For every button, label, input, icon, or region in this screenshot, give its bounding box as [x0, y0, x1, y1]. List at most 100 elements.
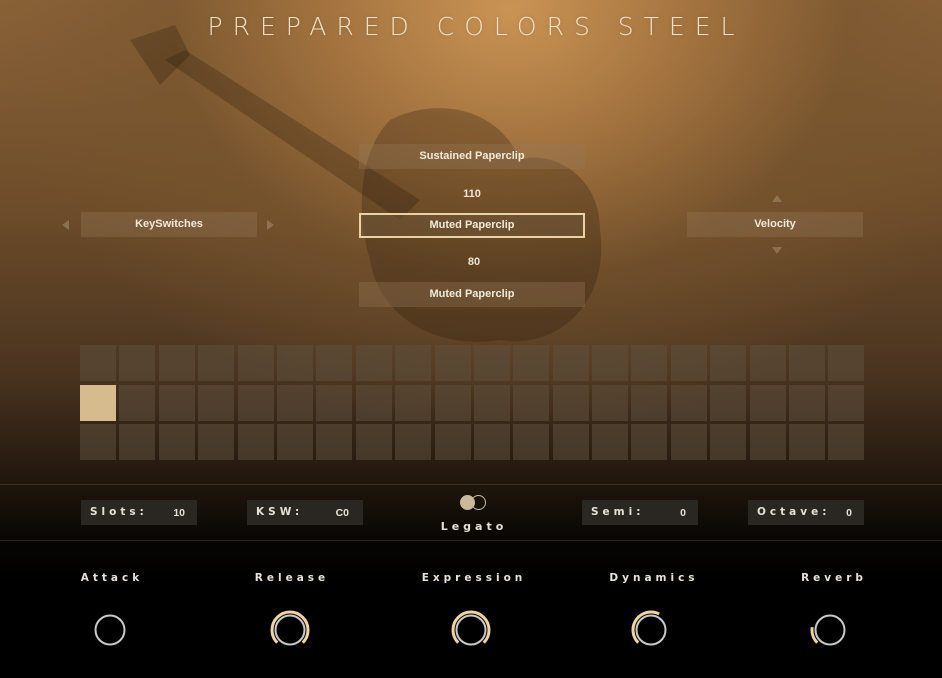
legato-toggle[interactable] — [460, 495, 486, 510]
slot-cell[interactable] — [158, 345, 195, 381]
semi-value: 0 — [680, 507, 686, 519]
slots-value: 10 — [173, 507, 185, 519]
slot-cell[interactable] — [237, 424, 274, 460]
slot-cell[interactable] — [592, 345, 629, 381]
slot-cell[interactable] — [513, 424, 550, 460]
knob-reverb[interactable] — [808, 608, 852, 652]
slot-cell[interactable] — [158, 384, 195, 421]
mode-prev-arrow-icon[interactable] — [62, 220, 69, 230]
slot-cell[interactable] — [670, 345, 707, 381]
slot-cell[interactable] — [473, 345, 510, 381]
octave-label: Octave: — [757, 506, 831, 518]
slot-cell[interactable] — [552, 424, 589, 460]
slot-cell[interactable] — [710, 384, 747, 421]
knob-ring-icon — [94, 614, 126, 646]
articulation-selected-button[interactable]: Muted Paperclip — [359, 213, 585, 238]
slot-cell[interactable] — [828, 424, 865, 460]
slot-cell[interactable] — [119, 345, 156, 381]
divider-top — [0, 484, 942, 485]
slot-cell[interactable] — [355, 345, 392, 381]
slot-cell[interactable] — [316, 384, 353, 421]
legato-label: Legato — [440, 520, 508, 533]
slot-cell[interactable] — [355, 424, 392, 460]
slot-cell[interactable] — [395, 384, 432, 421]
slot-cell[interactable] — [552, 345, 589, 381]
slot-cell[interactable] — [513, 345, 550, 381]
slot-cell[interactable] — [80, 424, 116, 460]
slots-field[interactable]: Slots: 10 — [81, 500, 197, 525]
ksw-value: C0 — [335, 507, 349, 519]
slot-cell[interactable] — [237, 384, 274, 421]
slot-cell[interactable] — [631, 424, 668, 460]
slot-cell-active[interactable] — [80, 384, 116, 421]
velocity-threshold-upper: 110 — [463, 188, 481, 200]
slot-cell[interactable] — [276, 424, 313, 460]
mode-next-arrow-icon[interactable] — [267, 220, 274, 230]
slot-cell[interactable] — [434, 424, 471, 460]
slot-cell[interactable] — [670, 424, 707, 460]
slot-cell[interactable] — [316, 424, 353, 460]
slot-cell[interactable] — [789, 345, 826, 381]
slot-cell[interactable] — [80, 345, 116, 381]
instrument-panel: PREPARED COLORS STEEL Sustained Papercli… — [0, 0, 942, 678]
slot-cell[interactable] — [631, 384, 668, 421]
slot-cell[interactable] — [828, 384, 865, 421]
trigger-selector-button[interactable]: Velocity — [687, 212, 863, 237]
articulation-top-button[interactable]: Sustained Paperclip — [359, 144, 585, 169]
knob-expression[interactable] — [449, 608, 493, 652]
slot-cell[interactable] — [828, 345, 865, 381]
slot-cell[interactable] — [631, 345, 668, 381]
slot-cell[interactable] — [395, 424, 432, 460]
knob-ring-icon — [635, 614, 667, 646]
knob-label-reverb: Reverb — [801, 572, 867, 584]
slot-cell[interactable] — [276, 345, 313, 381]
velocity-threshold-lower: 80 — [467, 256, 481, 268]
slot-cell[interactable] — [670, 384, 707, 421]
slot-cell[interactable] — [198, 424, 235, 460]
slot-cell[interactable] — [749, 424, 786, 460]
knob-dynamics[interactable] — [629, 608, 673, 652]
slot-cell[interactable] — [355, 384, 392, 421]
knob-label-attack: Attack — [80, 572, 144, 584]
knob-label-release: Release — [254, 572, 330, 584]
trigger-down-arrow-icon[interactable] — [772, 247, 782, 254]
ksw-label: KSW: — [256, 506, 304, 518]
slot-cell[interactable] — [789, 424, 826, 460]
slot-cell[interactable] — [710, 345, 747, 381]
slot-cell[interactable] — [552, 384, 589, 421]
ksw-field[interactable]: KSW: C0 — [247, 500, 363, 525]
slot-cell[interactable] — [749, 384, 786, 421]
articulation-bottom-button[interactable]: Muted Paperclip — [359, 282, 585, 307]
slot-cell[interactable] — [119, 384, 156, 421]
slot-cell[interactable] — [119, 424, 156, 460]
knob-ring-icon — [814, 614, 846, 646]
semi-label: Semi: — [591, 506, 645, 518]
slot-cell[interactable] — [473, 384, 510, 421]
slot-cell[interactable] — [749, 345, 786, 381]
octave-field[interactable]: Octave: 0 — [748, 500, 864, 525]
slot-cell[interactable] — [473, 424, 510, 460]
slot-cell[interactable] — [276, 384, 313, 421]
slot-cell[interactable] — [592, 424, 629, 460]
knob-attack[interactable] — [88, 608, 132, 652]
slot-cell[interactable] — [198, 345, 235, 381]
slot-grid — [80, 345, 865, 460]
slot-cell[interactable] — [158, 424, 195, 460]
knob-release[interactable] — [268, 608, 312, 652]
trigger-up-arrow-icon[interactable] — [772, 195, 782, 202]
divider-bottom — [0, 540, 942, 541]
slot-cell[interactable] — [513, 384, 550, 421]
slot-cell[interactable] — [198, 384, 235, 421]
slot-cell[interactable] — [434, 384, 471, 421]
slot-cell[interactable] — [395, 345, 432, 381]
semi-field[interactable]: Semi: 0 — [582, 500, 698, 525]
slot-cell[interactable] — [592, 384, 629, 421]
slot-cell[interactable] — [789, 384, 826, 421]
slot-cell[interactable] — [316, 345, 353, 381]
knob-ring-icon — [274, 614, 306, 646]
knob-label-expression: Expression — [421, 572, 527, 584]
slot-cell[interactable] — [710, 424, 747, 460]
slot-cell[interactable] — [237, 345, 274, 381]
slot-cell[interactable] — [434, 345, 471, 381]
mode-selector-button[interactable]: KeySwitches — [81, 212, 257, 237]
